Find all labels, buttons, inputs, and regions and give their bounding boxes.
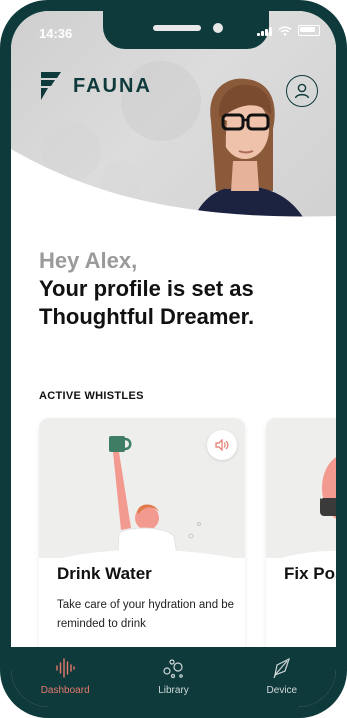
card-wave-divider xyxy=(39,549,245,564)
wifi-icon xyxy=(278,25,292,36)
bottom-tab-bar: Dashboard Library Device xyxy=(11,647,336,707)
section-title-active-whistles: ACTIVE WHISTLES xyxy=(39,390,144,402)
greeting-hello: Hey Alex, xyxy=(39,248,138,273)
tab-label: Library xyxy=(158,685,189,696)
sound-toggle-button[interactable] xyxy=(207,430,237,460)
brand-logo: FAUNA xyxy=(39,70,152,102)
feather-icon xyxy=(273,657,290,679)
battery-icon xyxy=(298,25,320,36)
whistle-card-drink-water[interactable]: Drink Water Take care of your hydration … xyxy=(39,418,245,658)
status-time: 14:36 xyxy=(39,26,73,41)
tab-library[interactable]: Library xyxy=(119,647,227,707)
speaker-icon xyxy=(215,439,229,451)
tab-device[interactable]: Device xyxy=(228,647,336,707)
greeting-block: Hey Alex, Your profile is set as Thought… xyxy=(39,247,329,331)
status-icons xyxy=(257,25,320,36)
bubbles-icon xyxy=(163,659,184,679)
whistle-card-fix-posture[interactable]: Fix Pos xyxy=(266,418,336,658)
greeting-line-1: Your profile is set as xyxy=(39,276,254,301)
front-camera xyxy=(213,23,223,33)
app-screen: 14:36 FAUNA Hey Alex, Your profile is se… xyxy=(11,11,336,707)
signal-icon xyxy=(257,26,272,36)
brand-name: FAUNA xyxy=(73,74,152,97)
tab-label: Device xyxy=(266,685,298,696)
tab-label: Dashboard xyxy=(40,685,90,696)
greeting-line-2: Thoughtful Dreamer. xyxy=(39,304,255,329)
phone-frame: 14:36 FAUNA Hey Alex, Your profile is se… xyxy=(0,0,347,718)
card-wave-divider xyxy=(266,550,336,564)
profile-button[interactable] xyxy=(286,75,318,107)
fauna-logo-icon xyxy=(41,72,61,100)
card-title: Drink Water xyxy=(57,564,152,583)
card-description: Take care of your hydration and be remin… xyxy=(57,599,235,630)
notch xyxy=(103,11,269,49)
waveform-icon xyxy=(56,658,75,678)
tab-dashboard[interactable]: Dashboard xyxy=(11,647,119,707)
user-icon xyxy=(294,83,310,99)
card-title: Fix Pos xyxy=(284,564,336,583)
speaker-grille xyxy=(153,25,201,31)
